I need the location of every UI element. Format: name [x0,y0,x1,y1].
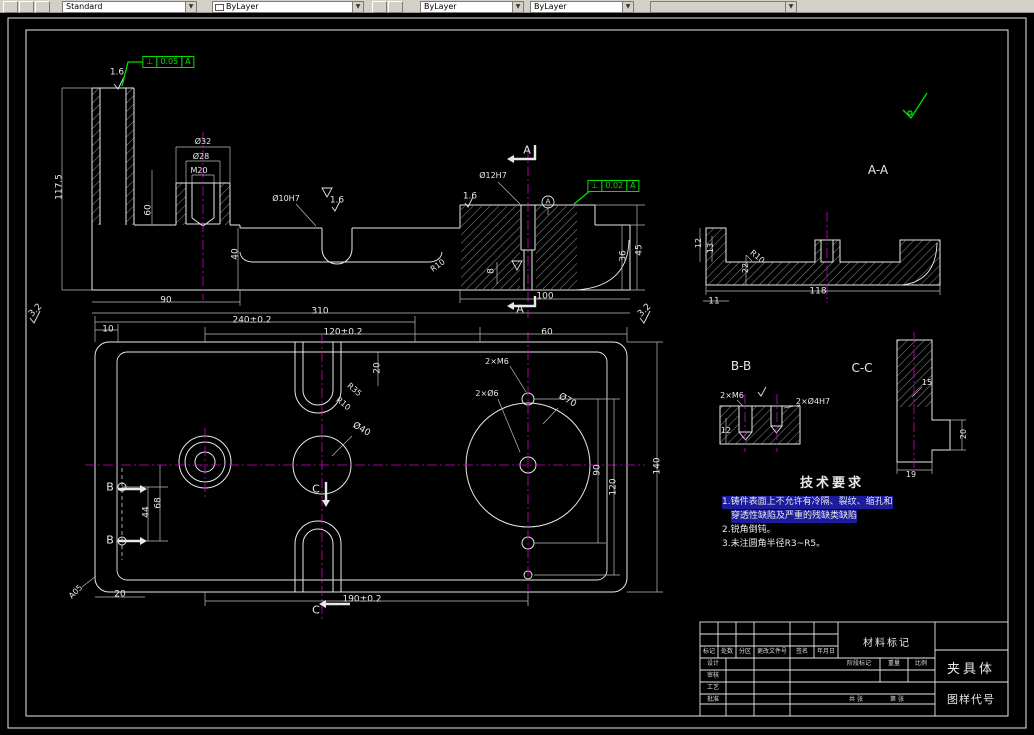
toolbar-icon[interactable] [372,1,387,13]
technical-requirement-line: 穿透性缺陷及严重的残缺类缺陷 [731,510,858,523]
technical-requirement-line: 2.锐角倒钝。 [722,525,776,535]
title-block-part-name: 夹具体 [946,662,995,677]
title-block-drawing-code: 图样代号 [947,693,995,706]
technical-requirements: 技术要求 1.铸件表面上不允许有冷隔、裂纹、缩孔和 穿透性缺陷及严重的残缺类缺陷… [722,472,942,552]
toolbar-icon[interactable] [388,1,403,13]
chevron-down-icon[interactable]: ▼ [622,2,633,12]
linetype-value: ByLayer [424,2,457,11]
toolbar: Standard ▼ ByLayer ▼ ByLayer ▼ ByLayer ▼… [0,0,1034,13]
chevron-down-icon: ▼ [785,2,796,12]
lineweight-value: ByLayer [534,2,567,11]
toolbar-icon[interactable] [3,1,18,13]
plot-style-combo: ▼ [650,1,797,13]
technical-requirements-title: 技术要求 [799,476,864,491]
color-value: ByLayer [226,2,259,11]
chevron-down-icon[interactable]: ▼ [512,2,523,12]
technical-requirement-line: 1.铸件表面上不允许有冷隔、裂纹、缩孔和 [722,496,893,509]
chevron-down-icon[interactable]: ▼ [352,2,363,12]
color-combo[interactable]: ByLayer ▼ [212,1,364,13]
toolbar-icon[interactable] [35,1,50,13]
drawing-canvas[interactable] [0,0,1034,735]
text-style-combo[interactable]: Standard ▼ [62,1,197,13]
title-block-material-mark: 材料标记 [863,638,911,649]
color-swatch [215,4,224,11]
text-style-value: Standard [66,2,103,11]
linetype-combo[interactable]: ByLayer ▼ [420,1,524,13]
technical-requirement-line: 3.未注圆角半径R3~R5。 [722,539,826,549]
chevron-down-icon[interactable]: ▼ [185,2,196,12]
toolbar-icon[interactable] [19,1,34,13]
cad-application-window: 1.6 ⊥ 0.05 A 117.5 Ø32 Ø28 M20 60 40 Ø10H7 1.6 1.6 Ø1… [0,0,1034,735]
lineweight-combo[interactable]: ByLayer ▼ [530,1,634,13]
